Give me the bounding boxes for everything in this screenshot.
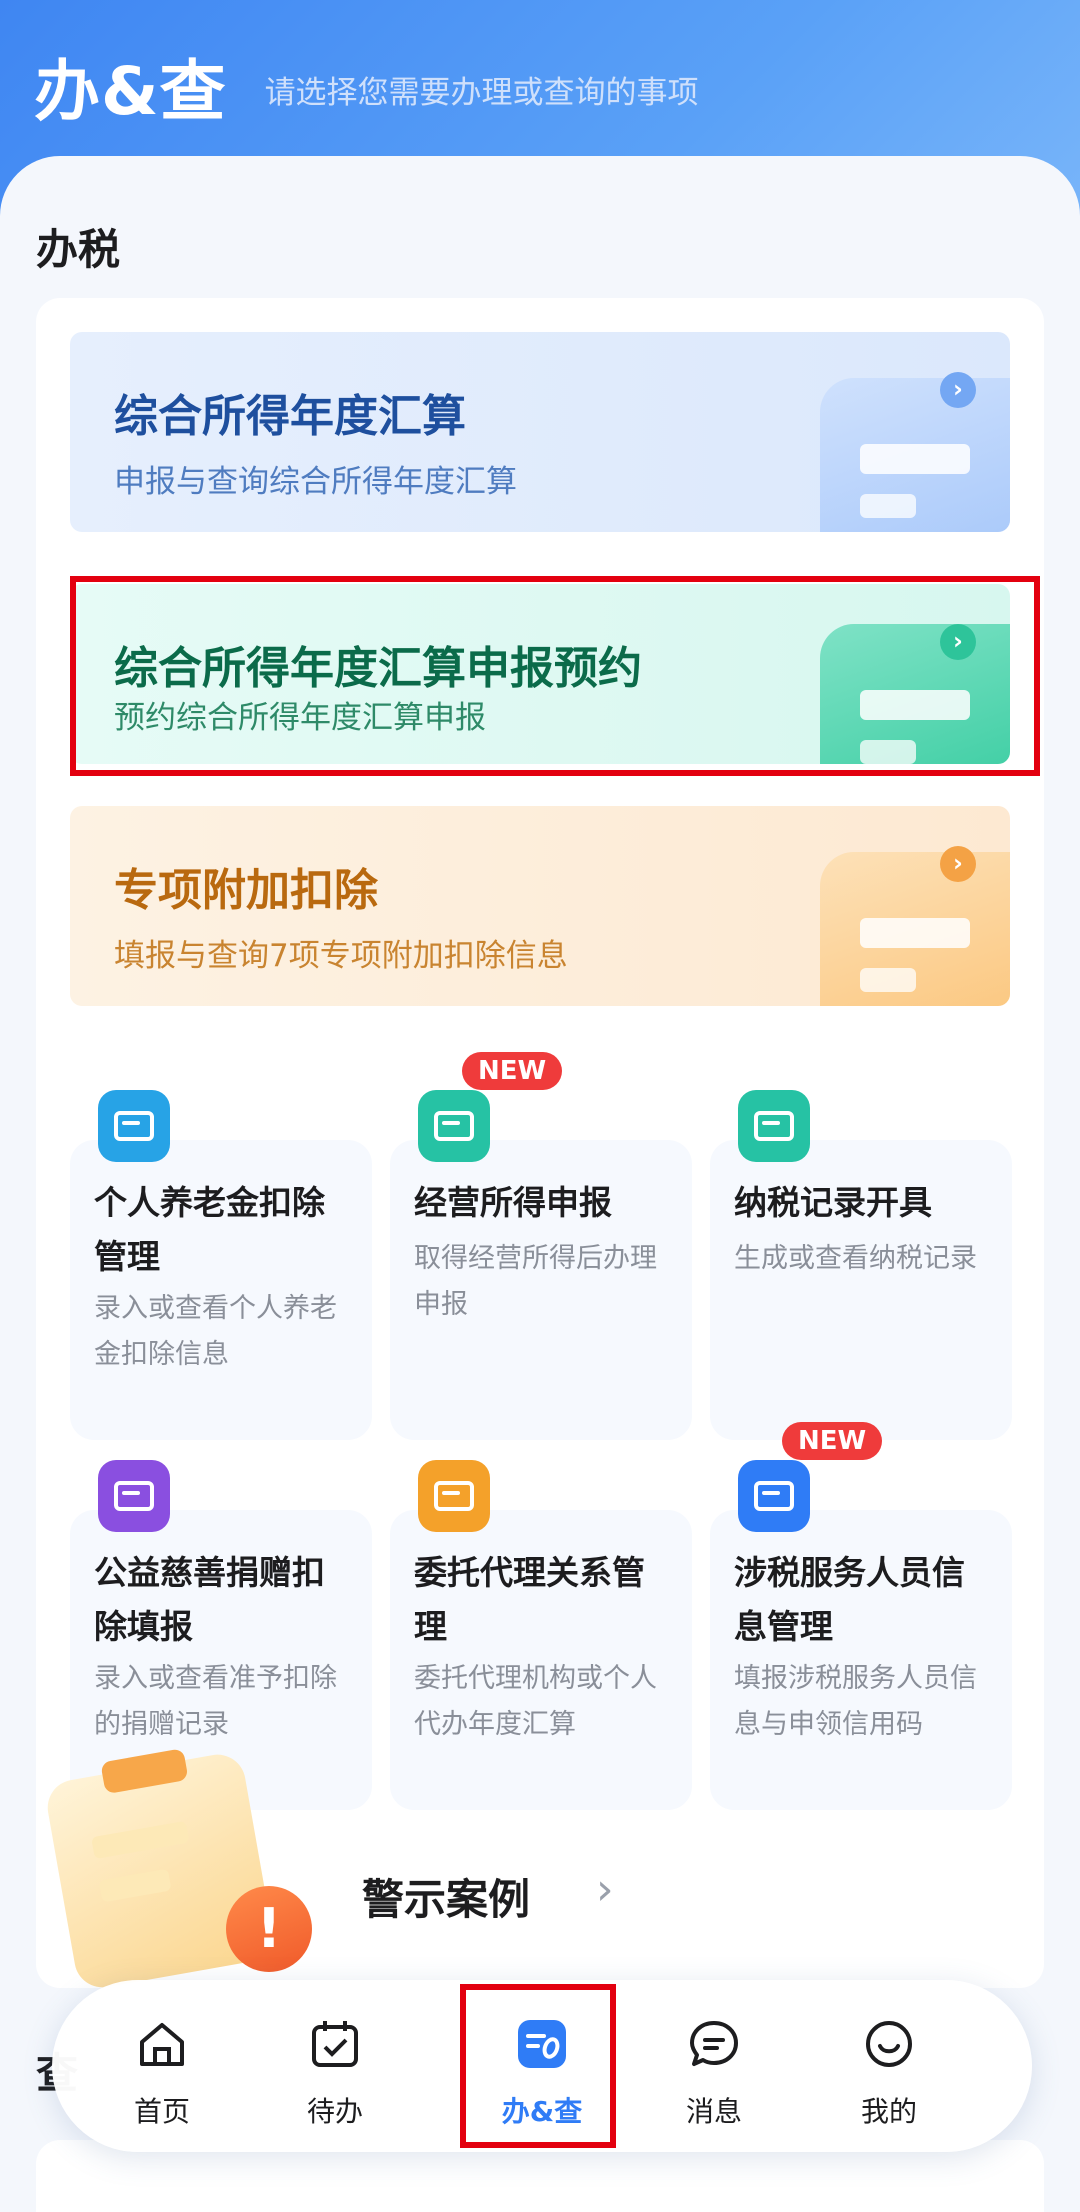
- tile-title: 经营所得申报: [414, 1183, 612, 1222]
- highlight-box: [70, 576, 1040, 776]
- banner-subtitle: 填报与查询7项专项附加扣除信息: [114, 938, 568, 974]
- tab-todo[interactable]: 待办: [250, 1980, 420, 2152]
- chevron-right-icon: ›: [596, 1864, 614, 1915]
- tab-mine[interactable]: 我的: [804, 1980, 974, 2152]
- tile-title: 涉税服务人员信息管理: [734, 1553, 965, 1646]
- tile-description: 取得经营所得后办理申报: [414, 1243, 657, 1320]
- calculator-illustration-icon: [820, 378, 1010, 532]
- warning-cases-link[interactable]: ! 警示案例 ›: [36, 1748, 1044, 1992]
- tile-service-staff[interactable]: NEW 涉税服务人员信息管理 填报涉税服务人员信息与申领信用码: [710, 1422, 1012, 1810]
- tab-messages[interactable]: 消息: [629, 1980, 799, 2152]
- tile-title: 委托代理关系管理: [414, 1553, 645, 1646]
- record-icon: [738, 1090, 810, 1162]
- tile-tax-record[interactable]: 纳税记录开具 生成或查看纳税记录: [710, 1090, 1012, 1440]
- chevron-right-icon: ›: [940, 372, 976, 408]
- page-title: 办&查: [34, 53, 227, 130]
- calendar-check-icon: [312, 2021, 358, 2067]
- special-deduction-banner[interactable]: 专项附加扣除 填报与查询7项专项附加扣除信息 ›: [70, 806, 1010, 1006]
- tile-title: 纳税记录开具: [734, 1183, 932, 1222]
- banner-title: 综合所得年度汇算: [114, 391, 466, 442]
- warning-cases-label: 警示案例: [362, 1875, 531, 1924]
- tile-business-income[interactable]: NEW 经营所得申报 取得经营所得后办理申报: [390, 1052, 692, 1440]
- charity-heart-icon: [98, 1460, 170, 1532]
- home-icon: [140, 2023, 184, 2066]
- banner-title: 专项附加扣除: [114, 865, 378, 916]
- tile-title: 个人养老金扣除管理: [94, 1183, 325, 1276]
- alert-icon: !: [226, 1886, 312, 1972]
- highlight-box: [460, 1984, 616, 2148]
- tile-description: 录入或查看准予扣除的捐赠记录: [94, 1663, 337, 1740]
- chevron-right-icon: ›: [940, 846, 976, 882]
- page-header: 办&查 请选择您需要办理或查询的事项: [34, 38, 699, 134]
- tab-label: 待办: [306, 2095, 363, 2128]
- tab-home[interactable]: 首页: [77, 1980, 247, 2152]
- smile-icon: [866, 2021, 912, 2067]
- banner-subtitle: 申报与查询综合所得年度汇算: [114, 464, 517, 500]
- tile-description: 填报涉税服务人员信息与申领信用码: [734, 1663, 977, 1740]
- tile-description: 生成或查看纳税记录: [734, 1243, 977, 1274]
- id-card-icon: [738, 1460, 810, 1532]
- document-icon: [418, 1090, 490, 1162]
- card-cny-icon: [98, 1090, 170, 1162]
- new-badge: NEW: [462, 1052, 563, 1090]
- annual-settlement-banner[interactable]: 综合所得年度汇算 申报与查询综合所得年度汇算 ›: [70, 332, 1010, 532]
- tab-label: 首页: [133, 2095, 190, 2128]
- tile-description: 委托代理机构或个人代办年度汇算: [414, 1663, 657, 1740]
- new-badge: NEW: [782, 1422, 883, 1460]
- tile-description: 录入或查看个人养老金扣除信息: [94, 1293, 337, 1370]
- form-edit-illustration-icon: [820, 852, 1010, 1006]
- tile-title: 公益慈善捐赠扣除填报: [94, 1553, 325, 1646]
- section-title: 办税: [36, 225, 121, 274]
- chat-bubble-icon: [690, 2021, 738, 2066]
- tab-label: 消息: [685, 2095, 742, 2128]
- handover-icon: [418, 1460, 490, 1532]
- tab-label: 我的: [860, 2095, 917, 2128]
- tile-pension-deduction[interactable]: 个人养老金扣除管理 录入或查看个人养老金扣除信息: [70, 1090, 372, 1440]
- tile-agency-relation[interactable]: 委托代理关系管理 委托代理机构或个人代办年度汇算: [390, 1460, 692, 1810]
- page-subtitle: 请选择您需要办理或查询的事项: [264, 74, 699, 111]
